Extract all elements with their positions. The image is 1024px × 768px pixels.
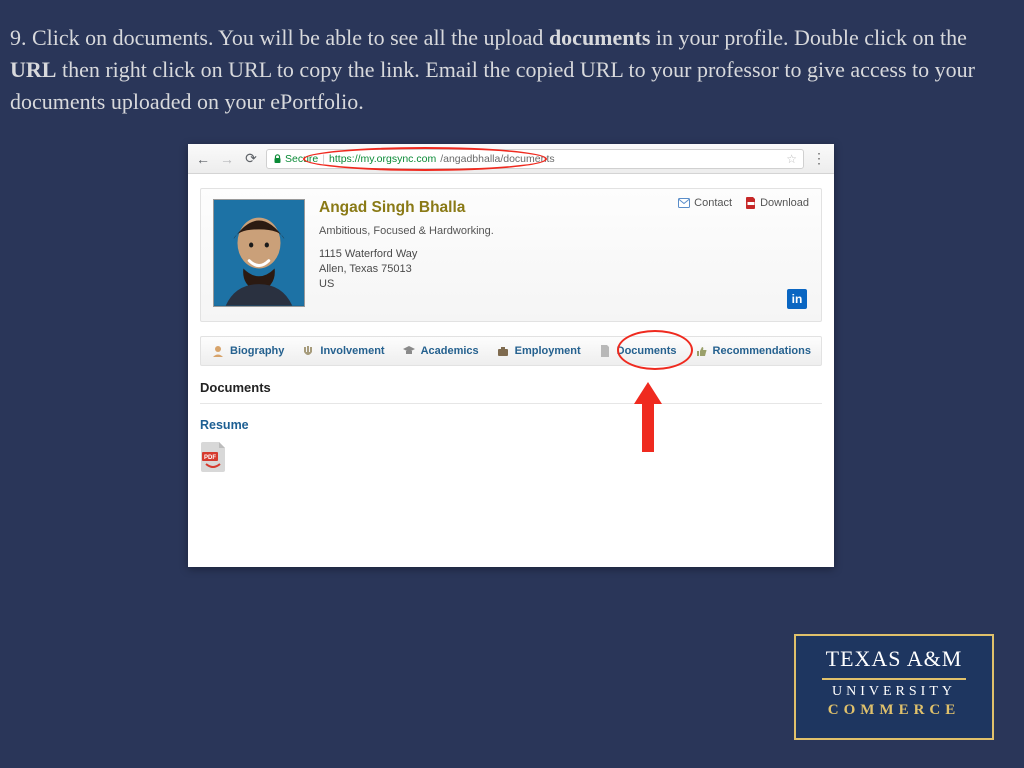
secure-indicator: Secure — [273, 153, 318, 165]
tab-academics[interactable]: Academics — [396, 344, 485, 358]
address-line-2: Allen, Texas 75013 — [319, 262, 494, 277]
profile-name: Angad Singh Bhalla — [319, 199, 494, 217]
instruction-bold-documents: documents — [549, 25, 650, 50]
thumbs-up-icon — [694, 344, 708, 358]
browser-menu-icon[interactable]: ⋮ — [810, 150, 828, 167]
profile-actions: Contact Download — [678, 197, 809, 209]
contact-link[interactable]: Contact — [678, 197, 732, 209]
secure-label: Secure — [285, 153, 318, 165]
instruction-seg-3: then right click on URL to copy the link… — [10, 57, 975, 114]
profile-tagline: Ambitious, Focused & Hardworking. — [319, 225, 494, 237]
reload-button[interactable]: ⟳ — [242, 150, 260, 168]
cap-icon — [402, 344, 416, 358]
instruction-seg-1: 9. Click on documents. You will be able … — [10, 25, 549, 50]
tab-documents[interactable]: Documents — [592, 344, 683, 358]
avatar — [213, 199, 305, 307]
instruction-text: 9. Click on documents. You will be able … — [0, 0, 1024, 118]
address-country: US — [319, 277, 494, 292]
section-title: Documents — [200, 380, 822, 395]
divider — [200, 403, 822, 404]
logo-line-2: UNIVERSITY — [804, 684, 984, 700]
tab-label: Academics — [421, 345, 479, 357]
tab-label: Biography — [230, 345, 284, 357]
pdf-icon — [746, 197, 756, 209]
tab-label: Documents — [617, 345, 677, 357]
instruction-seg-2: in your profile. Double click on the — [650, 25, 966, 50]
pdf-file-icon[interactable]: PDF — [200, 442, 226, 472]
profile-tabs: Biography Involvement Academics Employme… — [200, 336, 822, 366]
profile-info: Angad Singh Bhalla Ambitious, Focused & … — [319, 199, 494, 307]
address-bar[interactable]: Secure | https://my.orgsync.com/angadbha… — [266, 149, 804, 169]
bookmark-star-icon[interactable]: ☆ — [786, 152, 797, 166]
person-icon — [211, 344, 225, 358]
contact-label: Contact — [694, 197, 732, 209]
mail-icon — [678, 198, 690, 208]
instruction-bold-url: URL — [10, 57, 56, 82]
forward-button[interactable]: → — [218, 150, 236, 168]
logo-line-3: COMMERCE — [804, 702, 984, 719]
url-path: /angadbhalla/documents — [440, 153, 554, 165]
tab-label: Involvement — [320, 345, 384, 357]
url-origin: https://my.orgsync.com — [329, 153, 436, 165]
document-icon — [598, 344, 612, 358]
browser-screenshot: ← → ⟳ Secure | https://my.orgsync.com/an… — [188, 144, 834, 567]
lock-icon — [273, 154, 282, 164]
logo-line-1: TEXAS A&M — [804, 646, 984, 672]
tab-involvement[interactable]: Involvement — [295, 344, 390, 358]
tab-employment[interactable]: Employment — [490, 344, 587, 358]
tab-label: Employment — [515, 345, 581, 357]
profile-card: Angad Singh Bhalla Ambitious, Focused & … — [200, 188, 822, 322]
logo-divider — [822, 678, 966, 680]
resume-link[interactable]: Resume — [200, 418, 249, 432]
back-button[interactable]: ← — [194, 150, 212, 168]
tab-recommendations[interactable]: Recommendations — [688, 344, 817, 358]
hand-icon — [301, 344, 315, 358]
briefcase-icon — [496, 344, 510, 358]
address-line-1: 1115 Waterford Way — [319, 247, 494, 262]
download-link[interactable]: Download — [746, 197, 809, 209]
svg-text:PDF: PDF — [204, 455, 216, 461]
download-label: Download — [760, 197, 809, 209]
tab-biography[interactable]: Biography — [205, 344, 290, 358]
tab-label: Recommendations — [713, 345, 811, 357]
browser-toolbar: ← → ⟳ Secure | https://my.orgsync.com/an… — [188, 144, 834, 174]
tamu-commerce-logo: TEXAS A&M UNIVERSITY COMMERCE — [794, 634, 994, 740]
linkedin-icon[interactable]: in — [787, 289, 807, 309]
